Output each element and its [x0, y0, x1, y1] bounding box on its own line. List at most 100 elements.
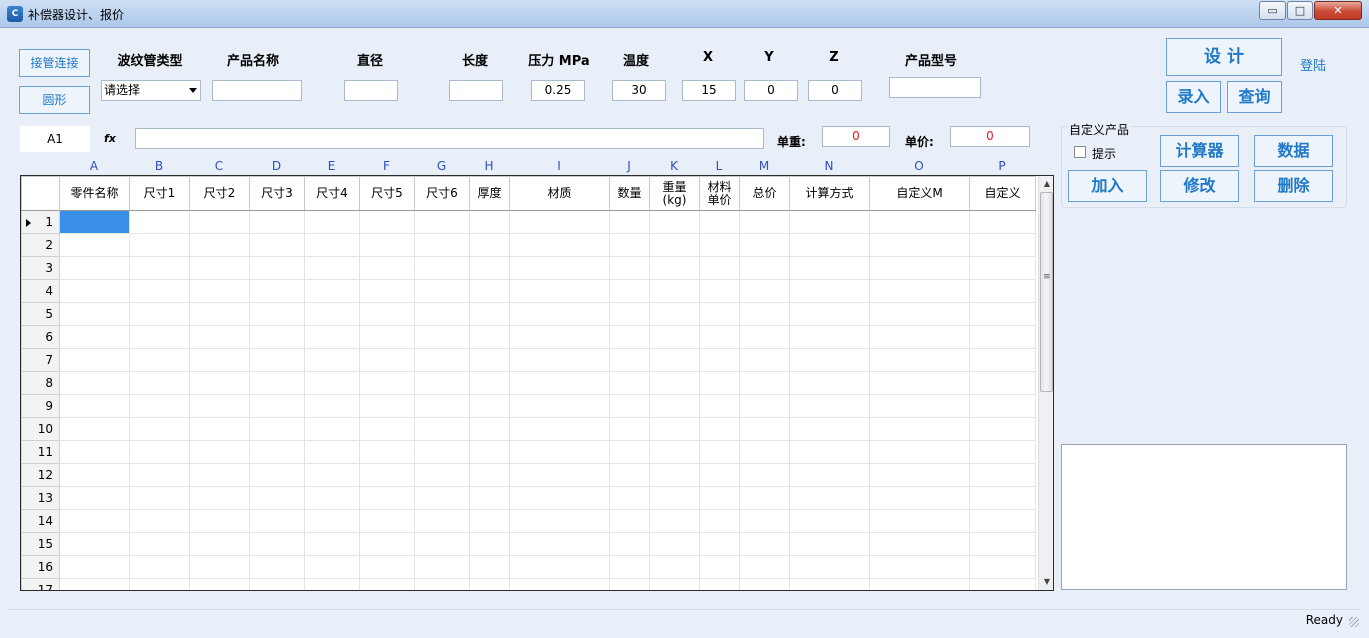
grid-cell[interactable]	[869, 509, 970, 533]
grid-cell[interactable]	[249, 555, 305, 579]
grid-cell[interactable]	[789, 279, 870, 303]
grid-cell[interactable]	[969, 279, 1036, 303]
table-row[interactable]: 16	[21, 555, 1036, 579]
pipe-connect-button[interactable]: 接管连接	[19, 49, 90, 77]
grid-cell[interactable]	[699, 233, 740, 257]
grid-cell[interactable]	[469, 210, 510, 234]
grid-cell[interactable]	[59, 233, 130, 257]
grid-cell[interactable]	[129, 233, 190, 257]
table-row[interactable]: 14	[21, 509, 1036, 533]
grid-cell[interactable]	[509, 210, 610, 234]
grid-cell[interactable]	[869, 325, 970, 349]
grid-cell[interactable]	[649, 486, 700, 510]
grid-cell[interactable]	[414, 279, 470, 303]
grid-cell[interactable]	[129, 578, 190, 590]
grid-cell[interactable]	[59, 440, 130, 464]
row-header[interactable]: 1	[21, 210, 60, 234]
table-row[interactable]: 3	[21, 256, 1036, 280]
grid-cell[interactable]	[869, 578, 970, 590]
data-button[interactable]: 数据	[1254, 135, 1333, 167]
grid-cell[interactable]	[189, 509, 250, 533]
column-header[interactable]: 重量 (kg)	[649, 176, 700, 211]
add-button[interactable]: 加入	[1068, 170, 1147, 202]
grid-cell[interactable]	[129, 210, 190, 234]
table-row[interactable]: 1	[21, 210, 1036, 234]
grid-cell[interactable]	[189, 348, 250, 372]
grid-cell[interactable]	[359, 394, 415, 418]
grid-cell[interactable]	[969, 555, 1036, 579]
grid-cell[interactable]	[249, 394, 305, 418]
grid-cell[interactable]	[359, 325, 415, 349]
row-header[interactable]: 3	[21, 256, 60, 280]
grid-cell[interactable]	[609, 279, 650, 303]
grid-cell[interactable]	[869, 532, 970, 556]
grid-cell[interactable]	[249, 417, 305, 441]
grid-cell[interactable]	[869, 210, 970, 234]
column-header[interactable]: 计算方式	[789, 176, 870, 211]
column-header[interactable]: 自定义	[969, 176, 1036, 211]
grid-cell[interactable]	[304, 279, 360, 303]
grid-cell[interactable]	[304, 256, 360, 280]
grid-cell[interactable]	[59, 578, 130, 590]
grid-cell[interactable]	[414, 371, 470, 395]
grid-cell[interactable]	[249, 463, 305, 487]
grid-cell[interactable]	[189, 371, 250, 395]
grid-cell[interactable]	[304, 210, 360, 234]
column-header[interactable]: 尺寸1	[129, 176, 190, 211]
grid-cell[interactable]	[739, 233, 790, 257]
grid-cell[interactable]	[249, 486, 305, 510]
grid-cell[interactable]	[304, 555, 360, 579]
grid-cell[interactable]	[869, 371, 970, 395]
grid-cell[interactable]	[469, 302, 510, 326]
grid-cell[interactable]	[509, 555, 610, 579]
grid-cell[interactable]	[649, 509, 700, 533]
grid-cell[interactable]	[414, 233, 470, 257]
query-button[interactable]: 查询	[1227, 81, 1282, 113]
grid-cell[interactable]	[414, 555, 470, 579]
grid-cell[interactable]	[869, 463, 970, 487]
grid-cell[interactable]	[969, 463, 1036, 487]
grid-cell[interactable]	[469, 417, 510, 441]
grid-cell[interactable]	[699, 256, 740, 280]
row-header[interactable]: 12	[21, 463, 60, 487]
grid-cell[interactable]	[789, 509, 870, 533]
grid-cell[interactable]	[869, 302, 970, 326]
parts-grid[interactable]: 零件名称 尺寸1 尺寸2 尺寸3 尺寸4 尺寸5 尺寸6 厚度 材质 数量 重量 (kg) 材料 单价…	[20, 175, 1054, 591]
grid-cell[interactable]	[414, 325, 470, 349]
row-header[interactable]: 11	[21, 440, 60, 464]
product-model-input[interactable]	[889, 77, 981, 98]
grid-cell[interactable]	[189, 532, 250, 556]
table-row[interactable]: 12	[21, 463, 1036, 487]
round-button[interactable]: 圆形	[19, 86, 90, 114]
grid-cell[interactable]	[414, 463, 470, 487]
grid-cell[interactable]	[469, 394, 510, 418]
grid-cell[interactable]	[869, 279, 970, 303]
grid-cell[interactable]	[649, 210, 700, 234]
grid-cell[interactable]	[789, 348, 870, 372]
grid-cell[interactable]	[359, 440, 415, 464]
grid-cell[interactable]	[609, 371, 650, 395]
grid-cell[interactable]	[59, 486, 130, 510]
grid-cell[interactable]	[469, 578, 510, 590]
grid-cell[interactable]	[414, 417, 470, 441]
grid-cell[interactable]	[59, 463, 130, 487]
grid-cell[interactable]	[59, 394, 130, 418]
enter-button[interactable]: 录入	[1166, 81, 1221, 113]
grid-cell[interactable]	[649, 440, 700, 464]
grid-cell[interactable]	[304, 348, 360, 372]
grid-cell[interactable]	[969, 233, 1036, 257]
grid-cell[interactable]	[189, 417, 250, 441]
z-input[interactable]: 0	[808, 80, 862, 101]
grid-cell[interactable]	[609, 233, 650, 257]
grid-cell[interactable]	[129, 463, 190, 487]
grid-cell[interactable]	[414, 256, 470, 280]
grid-cell[interactable]	[59, 302, 130, 326]
grid-cell[interactable]	[469, 440, 510, 464]
grid-cell[interactable]	[189, 256, 250, 280]
grid-cell[interactable]	[969, 394, 1036, 418]
grid-cell[interactable]	[469, 279, 510, 303]
grid-cell[interactable]	[509, 371, 610, 395]
grid-cell[interactable]	[304, 509, 360, 533]
grid-cell[interactable]	[609, 463, 650, 487]
grid-cell[interactable]	[469, 325, 510, 349]
